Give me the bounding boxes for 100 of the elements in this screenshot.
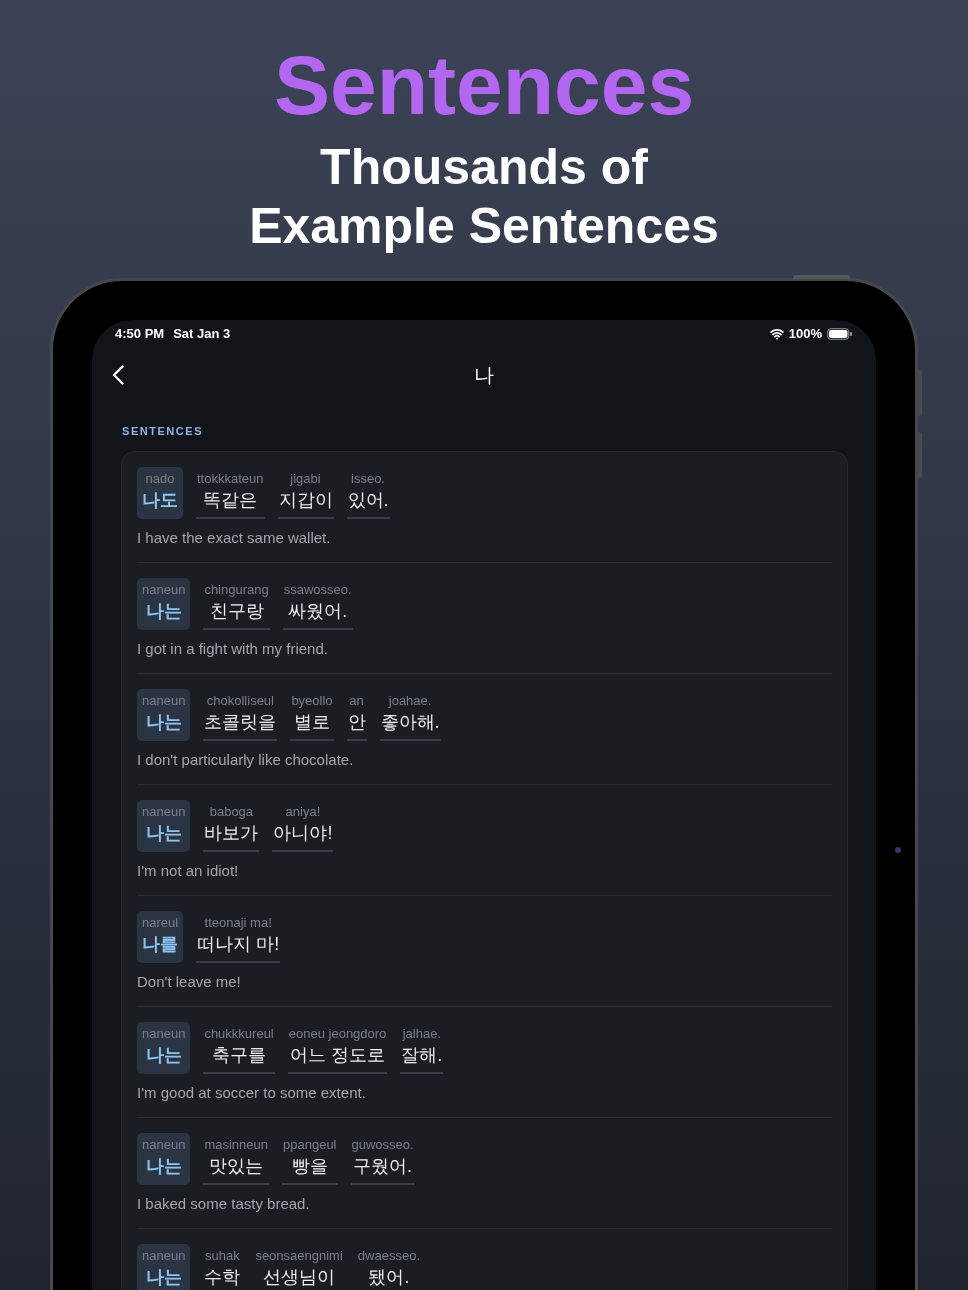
romanization: naneun bbox=[142, 692, 186, 710]
romanization: isseo. bbox=[351, 470, 385, 488]
romanization: baboga bbox=[209, 803, 254, 821]
romanization: an bbox=[349, 692, 364, 710]
headline: Sentences bbox=[273, 40, 695, 130]
word-entry[interactable]: aniya! 아니야! bbox=[272, 800, 334, 852]
battery-icon bbox=[827, 328, 852, 340]
back-button[interactable] bbox=[112, 365, 124, 385]
korean-word: 안 bbox=[347, 711, 366, 734]
highlighted-word[interactable]: naneun 나는 bbox=[137, 578, 191, 630]
korean-word: 아니야! bbox=[273, 822, 333, 845]
highlighted-word[interactable]: naneun 나는 bbox=[137, 1244, 191, 1290]
korean-word: 있어. bbox=[347, 489, 389, 512]
translation: I have the exact same wallet. bbox=[137, 528, 332, 548]
romanization: aniya! bbox=[285, 803, 321, 821]
word-entry[interactable]: dwaesseo. 됐어. bbox=[356, 1244, 421, 1290]
korean-word: 어느 정도로 bbox=[290, 1044, 386, 1067]
romanization: chokolliseul bbox=[206, 692, 274, 710]
romanization: nareul bbox=[142, 914, 179, 932]
korean-word: 나는 bbox=[145, 822, 182, 845]
korean-word: 나를 bbox=[142, 933, 179, 956]
romanization: guwosseo. bbox=[351, 1136, 414, 1154]
korean-word: 나는 bbox=[145, 1044, 182, 1067]
word-entry[interactable]: jalhae. 잘해. bbox=[400, 1022, 444, 1074]
romanization: chukkkureul bbox=[204, 1025, 274, 1043]
romanization: naneun bbox=[142, 1025, 186, 1043]
word-entry[interactable]: tteonaji ma! 떠나지 마! bbox=[196, 911, 281, 963]
korean-word: 잘해. bbox=[401, 1044, 443, 1067]
romanization: ttokkkateun bbox=[197, 470, 264, 488]
translation: I'm good at soccer to some extent. bbox=[137, 1083, 367, 1103]
word-entry[interactable]: eoneu jeongdoro 어느 정도로 bbox=[287, 1022, 388, 1074]
word-entry[interactable]: ssawosseo. 싸웠어. bbox=[282, 578, 353, 630]
word-entry[interactable]: suhak 수학 bbox=[203, 1244, 242, 1290]
romanization: dwaesseo. bbox=[357, 1247, 420, 1265]
korean-word: 나는 bbox=[145, 711, 182, 734]
korean-word: 나는 bbox=[145, 1266, 182, 1289]
romanization: joahae. bbox=[388, 692, 432, 710]
korean-word: 수학 bbox=[204, 1266, 241, 1289]
romanization: naneun bbox=[142, 581, 186, 599]
battery-percent: 100% bbox=[788, 326, 822, 342]
section-label: SENTENCES bbox=[122, 424, 204, 438]
word-entry[interactable]: seonsaengnimi 선생님이 bbox=[254, 1244, 344, 1290]
highlighted-word[interactable]: naneun 나는 bbox=[137, 689, 191, 741]
korean-word: 선생님이 bbox=[263, 1266, 336, 1289]
highlighted-word[interactable]: naneun 나는 bbox=[137, 1133, 191, 1185]
korean-word: 초콜릿을 bbox=[204, 711, 277, 734]
translation: I got in a fight with my friend. bbox=[137, 639, 329, 659]
nav-title: 나 bbox=[474, 363, 494, 388]
romanization: seonsaengnimi bbox=[255, 1247, 343, 1265]
status-date: Sat Jan 3 bbox=[173, 326, 231, 342]
wifi-icon bbox=[769, 327, 784, 341]
translation: I'm not an idiot! bbox=[137, 861, 240, 881]
korean-word: 똑같은 bbox=[203, 489, 258, 512]
highlighted-word[interactable]: naneun 나는 bbox=[137, 1022, 191, 1074]
word-entry[interactable]: byeollo 별로 bbox=[290, 689, 334, 741]
word-entry[interactable]: chingurang 친구랑 bbox=[203, 578, 270, 630]
word-entry[interactable]: chokolliseul 초콜릿을 bbox=[203, 689, 278, 741]
translation: Don't leave me! bbox=[137, 972, 242, 992]
status-time: 4:50 PM bbox=[115, 326, 165, 342]
korean-word: 됐어. bbox=[368, 1266, 410, 1289]
korean-word: 나는 bbox=[145, 1155, 182, 1178]
romanization: naneun bbox=[142, 803, 186, 821]
word-entry[interactable]: ttokkkateun 똑같은 bbox=[196, 467, 265, 519]
word-entry[interactable]: masinneun 맛있는 bbox=[203, 1133, 269, 1185]
korean-word: 빵을 bbox=[291, 1155, 328, 1178]
romanization: masinneun bbox=[204, 1136, 268, 1154]
subtitle-line: Example Sentences bbox=[249, 197, 719, 256]
romanization: nado bbox=[145, 470, 175, 488]
romanization: eoneu jeongdoro bbox=[288, 1025, 387, 1043]
korean-word: 맛있는 bbox=[209, 1155, 264, 1178]
word-entry[interactable]: isseo. 있어. bbox=[346, 467, 390, 519]
back-icon bbox=[112, 365, 124, 385]
highlighted-word[interactable]: naneun 나는 bbox=[137, 800, 191, 852]
translation: I baked some tasty bread. bbox=[137, 1194, 311, 1214]
korean-word: 나는 bbox=[145, 600, 182, 623]
word-entry[interactable]: joahae. 좋아해. bbox=[379, 689, 441, 741]
highlighted-word[interactable]: nado 나도 bbox=[137, 467, 183, 519]
romanization: byeollo bbox=[291, 692, 333, 710]
korean-word: 축구를 bbox=[212, 1044, 267, 1067]
romanization: naneun bbox=[142, 1247, 186, 1265]
korean-word: 지갑이 bbox=[278, 489, 333, 512]
highlighted-word[interactable]: nareul 나를 bbox=[137, 911, 184, 963]
camera-icon bbox=[895, 847, 901, 853]
word-entry[interactable]: jigabi 지갑이 bbox=[277, 467, 334, 519]
korean-word: 떠나지 마! bbox=[197, 933, 280, 956]
word-entry[interactable]: chukkkureul 축구를 bbox=[203, 1022, 275, 1074]
korean-word: 친구랑 bbox=[209, 600, 264, 623]
word-entry[interactable]: baboga 바보가 bbox=[203, 800, 260, 852]
word-entry[interactable]: guwosseo. 구웠어. bbox=[350, 1133, 415, 1185]
word-entry[interactable]: an 안 bbox=[346, 689, 367, 741]
word-entry[interactable]: ppangeul 빵을 bbox=[282, 1133, 338, 1185]
korean-word: 별로 bbox=[294, 711, 330, 734]
romanization: chingurang bbox=[204, 581, 269, 599]
korean-word: 싸웠어. bbox=[288, 600, 348, 623]
korean-word: 바보가 bbox=[204, 822, 259, 845]
romanization: suhak bbox=[205, 1247, 240, 1265]
translation: I don't particularly like chocolate. bbox=[137, 750, 355, 770]
subtitle-line: Thousands of bbox=[320, 138, 648, 197]
romanization: ppangeul bbox=[283, 1136, 337, 1154]
romanization: tteonaji ma! bbox=[204, 914, 272, 932]
